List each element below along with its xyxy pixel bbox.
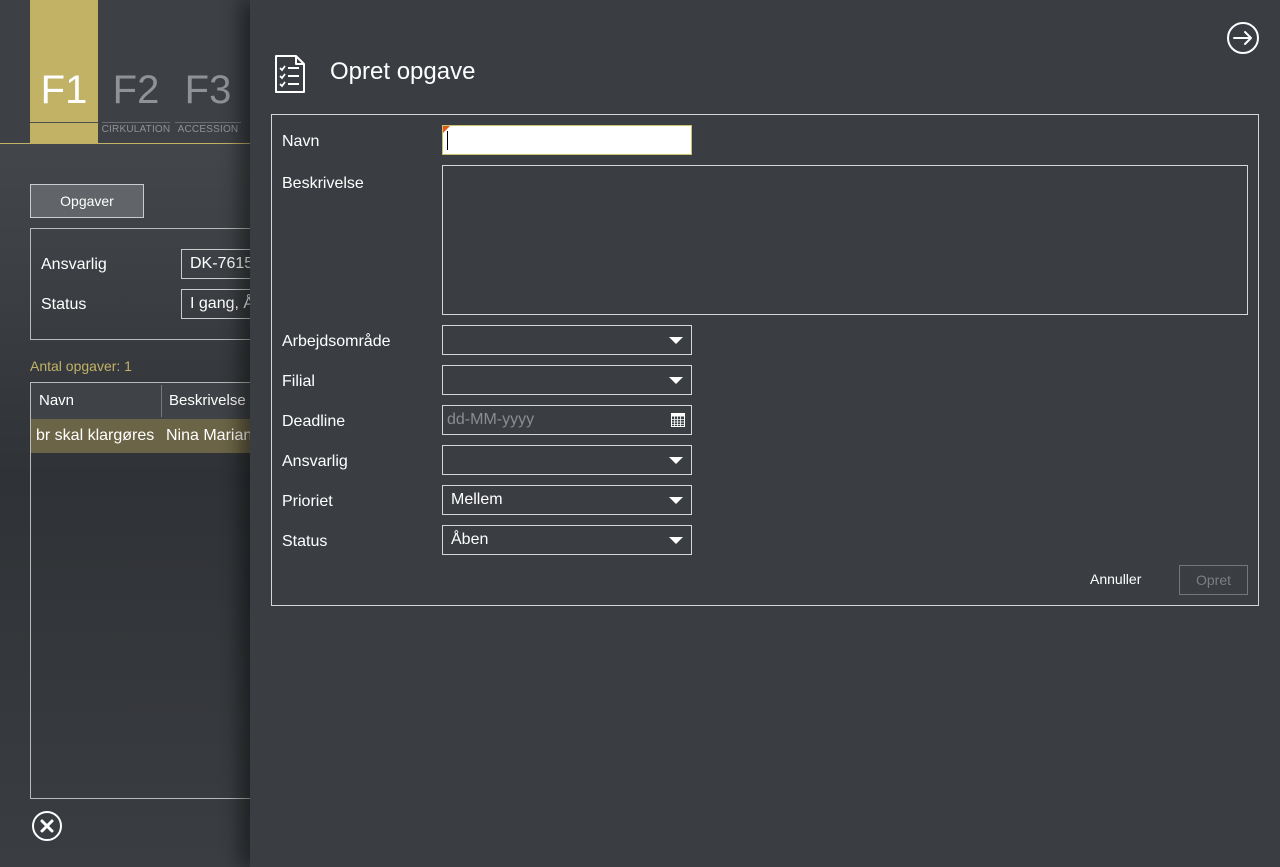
column-separator[interactable] <box>161 385 162 417</box>
function-key-bar: F1 F2 CIRKULATION F3 ACCESSION <box>0 0 250 144</box>
description-label: Beskrivelse <box>282 175 364 192</box>
name-label: Navn <box>282 133 320 150</box>
chevron-down-icon <box>669 497 683 504</box>
workarea-dropdown[interactable] <box>442 325 692 355</box>
description-textarea[interactable] <box>442 165 1248 315</box>
close-icon[interactable] <box>31 810 63 842</box>
fkey-f3-caption: ACCESSION <box>177 124 239 135</box>
table-header: Navn Beskrivelse <box>31 383 250 419</box>
priority-label: Prioriet <box>282 493 333 510</box>
fkey-divider <box>30 122 98 123</box>
chevron-down-icon <box>669 537 683 544</box>
fkey-f2-caption: CIRKULATION <box>101 124 171 135</box>
table-cell-description: Nina Marian <box>166 427 250 444</box>
table-row[interactable]: br skal klargøres Nina Marian <box>31 419 250 453</box>
arrow-right-circle-icon[interactable] <box>1226 21 1260 55</box>
priority-dropdown[interactable]: Mellem <box>442 485 692 515</box>
deadline-label: Deadline <box>282 413 346 430</box>
fkey-f3-label: F3 <box>184 68 232 112</box>
calendar-icon[interactable] <box>671 413 685 427</box>
deadline-datepicker[interactable]: dd-MM-yyyy <box>442 405 692 435</box>
fkey-divider <box>175 122 241 123</box>
filter-status-field[interactable]: I gang, Å <box>181 289 250 319</box>
fkey-divider <box>102 122 170 123</box>
create-task-panel: Opret opgave Navn Beskrivelse Arbejdsomr… <box>250 0 1280 867</box>
branch-label: Filial <box>282 373 315 390</box>
status-value: Åben <box>451 531 489 548</box>
create-button[interactable]: Opret <box>1179 565 1248 595</box>
column-header-description[interactable]: Beskrivelse <box>169 383 246 419</box>
fkey-f3[interactable]: F3 ACCESSION <box>173 0 243 144</box>
fkey-f1-label: F1 <box>40 68 88 112</box>
branch-dropdown[interactable] <box>442 365 692 395</box>
deadline-placeholder: dd-MM-yyyy <box>447 411 535 428</box>
fkey-f2[interactable]: F2 CIRKULATION <box>100 0 172 144</box>
responsible-label: Ansvarlig <box>282 453 348 470</box>
task-table: Navn Beskrivelse br skal klargøres Nina … <box>30 382 250 799</box>
fkey-f2-label: F2 <box>112 68 160 112</box>
cancel-button[interactable]: Annuller <box>1090 571 1141 587</box>
checklist-icon <box>275 55 305 93</box>
task-count: Antal opgaver: 1 <box>30 358 132 374</box>
chevron-down-icon <box>669 337 683 344</box>
filter-panel: Ansvarlig DK-7615 Status I gang, Å <box>30 228 250 340</box>
table-cell-name: br skal klargøres <box>36 427 155 444</box>
filter-responsible-label: Ansvarlig <box>41 256 107 273</box>
column-header-name[interactable]: Navn <box>39 383 74 419</box>
text-caret <box>447 131 448 150</box>
status-label: Status <box>282 533 328 550</box>
filter-responsible-field[interactable]: DK-7615 <box>181 249 250 279</box>
chevron-down-icon <box>669 457 683 464</box>
priority-value: Mellem <box>451 491 503 508</box>
filter-status-label: Status <box>41 296 87 313</box>
background-app: F1 F2 CIRKULATION F3 ACCESSION Opgaver A… <box>0 0 250 867</box>
name-input[interactable] <box>442 125 692 155</box>
fkey-f1[interactable]: F1 <box>30 0 98 144</box>
tasks-button[interactable]: Opgaver <box>30 184 144 218</box>
chevron-down-icon <box>669 377 683 384</box>
responsible-dropdown[interactable] <box>442 445 692 475</box>
workarea-label: Arbejdsområde <box>282 333 391 350</box>
status-dropdown[interactable]: Åben <box>442 525 692 555</box>
dialog-title: Opret opgave <box>330 58 476 85</box>
task-form: Navn Beskrivelse Arbejdsområde Filial De… <box>271 114 1259 606</box>
